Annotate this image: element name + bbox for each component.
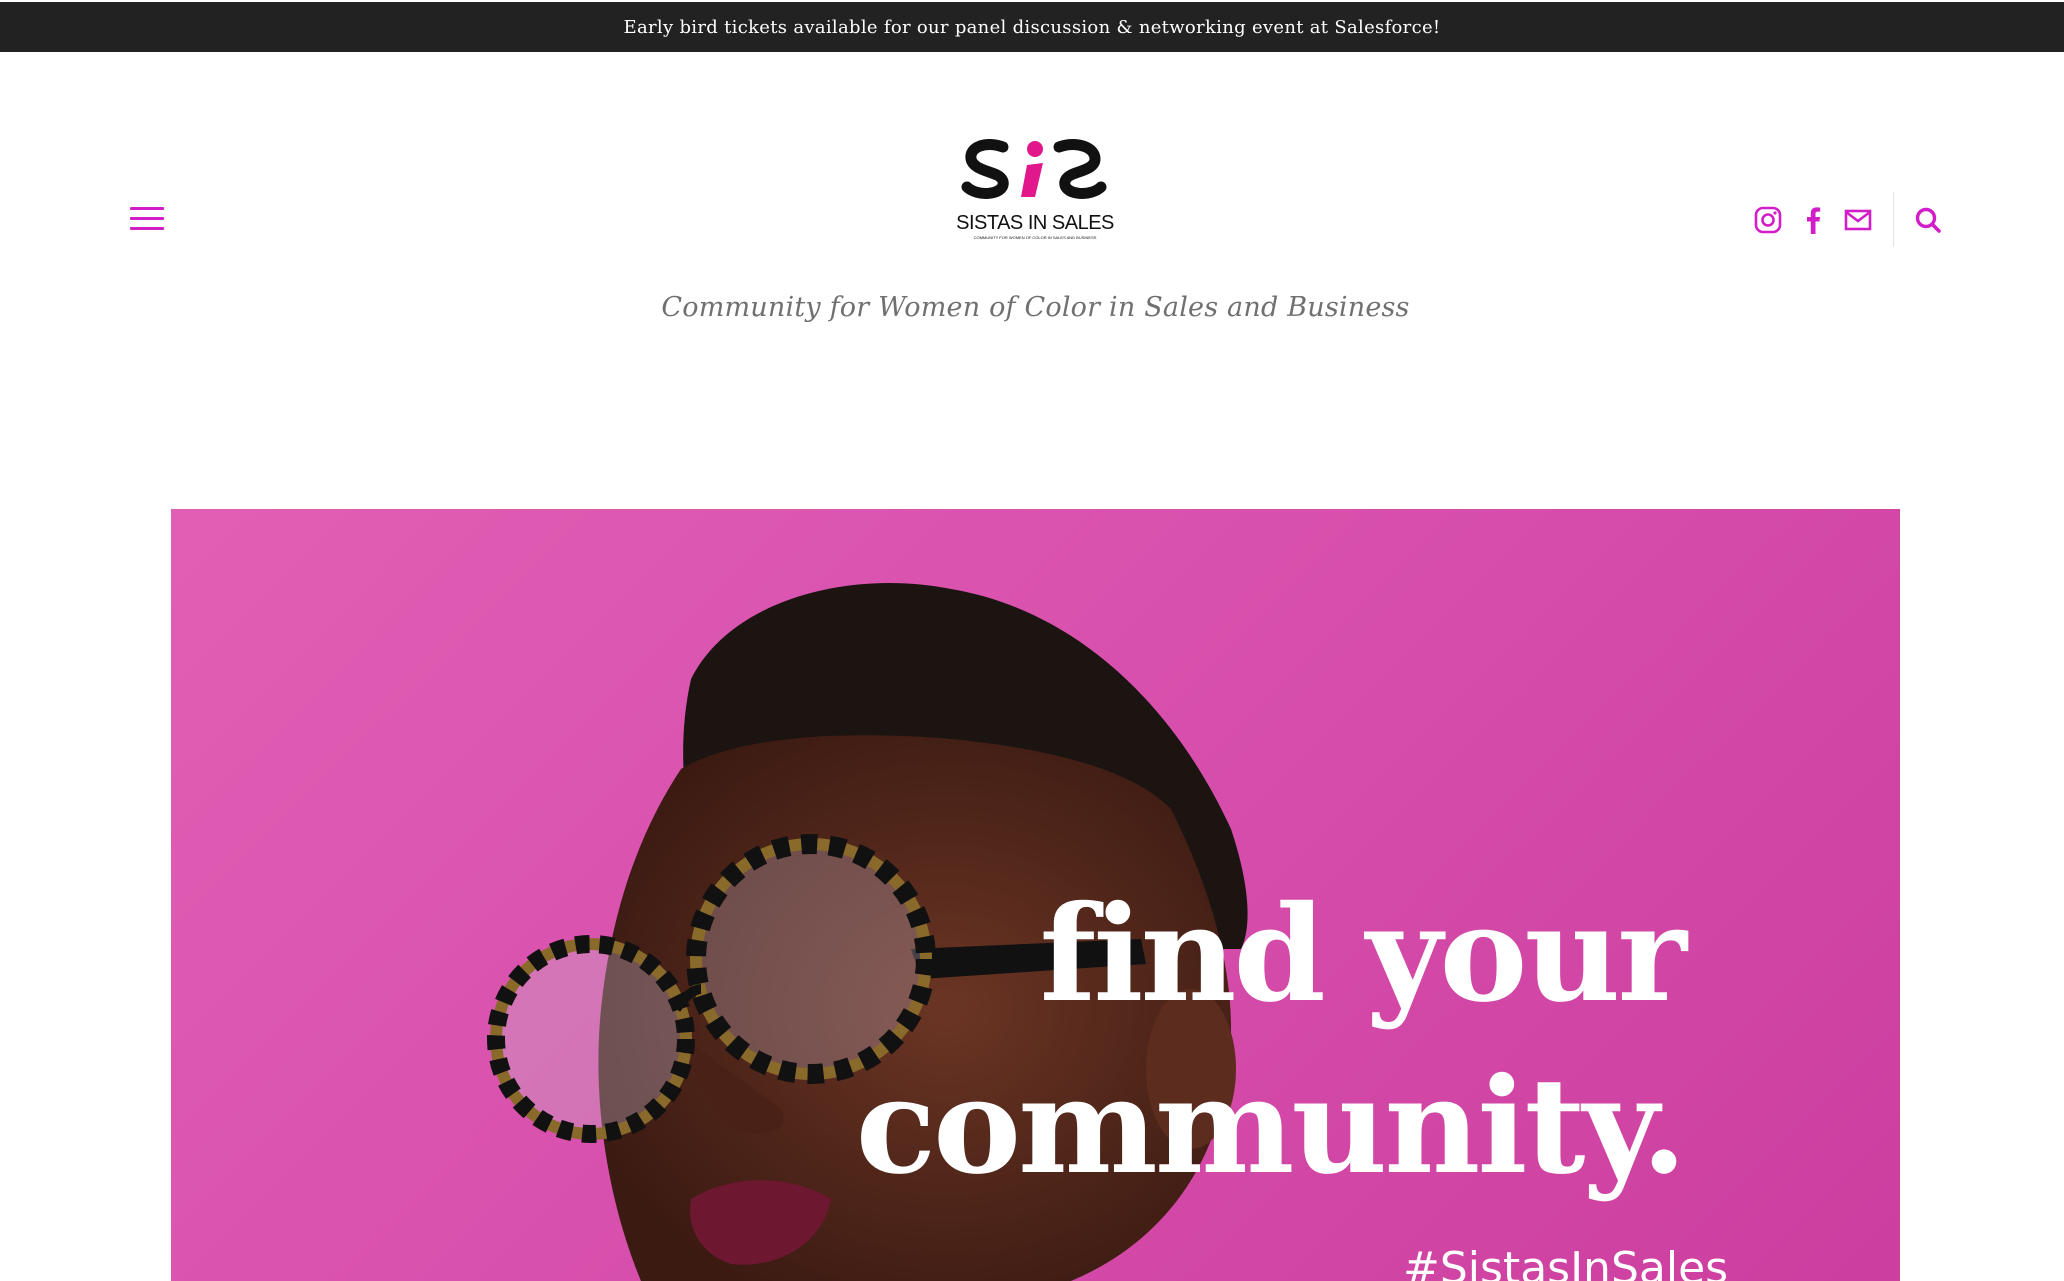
header-divider — [1893, 192, 1894, 247]
announcement-bar[interactable]: Early bird tickets available for our pan… — [0, 2, 2064, 52]
hero-headline-line1: find your — [1039, 877, 1687, 1032]
hero-headline-line2: community. — [855, 1049, 1687, 1204]
logo-name: SISTAS IN SALES — [956, 212, 1114, 234]
hamburger-menu-icon[interactable] — [130, 207, 164, 233]
hero-hashtag: #SistasInSales — [1403, 1243, 1729, 1281]
hero-banner[interactable]: find your community. #SistasInSales — [171, 509, 1900, 1281]
hero-headline: find your community. — [855, 869, 1687, 1213]
logo-subtext: COMMUNITY FOR WOMEN OF COLOR IN SALES AN… — [973, 235, 1097, 240]
site-tagline: Community for Women of Color in Sales an… — [661, 292, 1410, 323]
announcement-text[interactable]: Early bird tickets available for our pan… — [624, 17, 1441, 38]
instagram-icon[interactable] — [1750, 200, 1786, 240]
email-icon[interactable] — [1840, 200, 1876, 240]
search-icon[interactable] — [1910, 200, 1946, 240]
facebook-icon[interactable] — [1795, 200, 1831, 240]
